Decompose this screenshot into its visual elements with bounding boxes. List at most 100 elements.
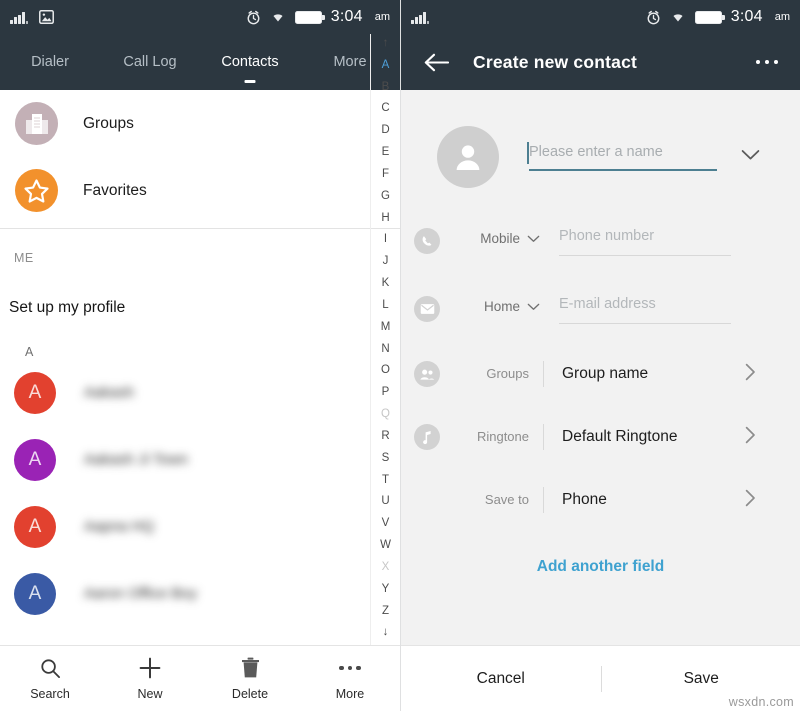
search-icon [40, 657, 61, 680]
star-icon [15, 169, 58, 212]
alpha-index-I[interactable]: I [384, 234, 387, 246]
status-bar-ampm: am [774, 11, 790, 23]
name-input-placeholder: Please enter a name [527, 141, 717, 169]
group-people-icon [414, 361, 440, 387]
avatar: A [14, 505, 56, 548]
shortcut-favorites-label: Favorites [83, 181, 147, 199]
save-button[interactable]: Save [602, 670, 800, 688]
avatar: A [14, 371, 56, 414]
signal-icon [411, 11, 429, 24]
alpha-index-R[interactable]: R [381, 430, 389, 443]
toolbar-more-button[interactable]: More [300, 657, 400, 701]
more-dots-icon[interactable] [755, 59, 778, 65]
person-icon[interactable] [437, 126, 499, 188]
title-bar: Create new contact [401, 34, 800, 90]
save-to-label: Save to [440, 487, 544, 513]
alpha-index-Q[interactable]: Q [381, 409, 390, 421]
phone-number-placeholder: Phone number [559, 228, 655, 244]
toolbar-search-button[interactable]: Search [0, 657, 100, 701]
contact-name: Aakash Ji Town [84, 451, 188, 468]
name-input[interactable]: Please enter a name [527, 141, 717, 171]
name-input-underline [529, 168, 717, 171]
shortcut-favorites[interactable]: Favorites [0, 157, 400, 224]
wifi-icon [273, 14, 283, 22]
toolbar-search-label: Search [30, 686, 70, 701]
alpha-index-S[interactable]: S [382, 452, 390, 465]
chevron-right-icon [745, 426, 756, 449]
alpha-index-Y[interactable]: Y [382, 583, 390, 596]
save-to-icon-placeholder [414, 487, 440, 513]
alpha-index-C[interactable]: C [381, 103, 389, 115]
alpha-index-A[interactable]: A [382, 59, 390, 72]
alpha-index-L[interactable]: L [382, 299, 388, 312]
alpha-index-K[interactable]: K [382, 278, 390, 290]
phone-icon [414, 228, 440, 254]
avatar: A [14, 438, 56, 481]
toolbar-delete-button[interactable]: Delete [200, 657, 300, 701]
alphabet-index-scrollbar[interactable]: ↑ A B C D E F G H I J K L M N O P Q R S T U V W X Y Z ↓ [370, 34, 400, 645]
alpha-index-D[interactable]: D [381, 125, 389, 137]
alpha-index-G[interactable]: G [381, 190, 390, 203]
alpha-index-T[interactable]: T [382, 474, 389, 487]
email-input-underline [559, 323, 731, 324]
alpha-index-P[interactable]: P [382, 387, 390, 399]
alpha-index-M[interactable]: M [381, 321, 391, 334]
back-arrow-icon[interactable] [423, 49, 449, 75]
alpha-index-F[interactable]: F [382, 168, 389, 181]
alpha-index-V[interactable]: V [382, 518, 390, 530]
contact-list-item[interactable]: A Aakash Ji Town [0, 426, 400, 493]
wifi-icon [673, 14, 683, 22]
contact-name: Aapna HQ [84, 518, 155, 535]
contact-list-item[interactable]: A Aakash [0, 359, 400, 426]
alpha-index-N[interactable]: N [381, 343, 389, 356]
ringtone-value: Default Ringtone [562, 428, 678, 445]
alpha-index-E[interactable]: E [382, 147, 390, 159]
status-bar-time: 3:04 [730, 8, 763, 25]
alpha-index-W[interactable]: W [380, 540, 391, 552]
screenshot-root: 3:04 am Dialer Call Log Contacts More Gr… [0, 0, 800, 711]
tab-contacts[interactable]: Contacts [200, 34, 300, 90]
battery-icon [694, 10, 725, 24]
groups-value: Group name [562, 365, 649, 382]
chevron-down-icon[interactable] [741, 148, 760, 166]
email-type-selector[interactable]: Home [440, 299, 540, 314]
trash-icon [241, 657, 260, 680]
save-to-picker-row[interactable]: Save to Phone [401, 450, 800, 513]
ringtone-picker-row[interactable]: Ringtone Default Ringtone [401, 387, 800, 450]
tab-dialer[interactable]: Dialer [0, 34, 100, 90]
signal-icon [10, 11, 28, 24]
music-note-icon [414, 424, 440, 450]
contact-list-item[interactable]: A Aapna HQ [0, 493, 400, 560]
contact-name: Aakash [84, 384, 135, 401]
alpha-index-H[interactable]: H [381, 212, 389, 225]
alpha-index-J[interactable]: J [383, 256, 389, 268]
phone-number-input[interactable]: Phone number [559, 228, 731, 256]
alpha-index-↑[interactable]: ↑ [383, 37, 389, 50]
alpha-index-X[interactable]: X [382, 561, 390, 574]
status-bar-time: 3:04 [330, 8, 363, 25]
alpha-index-↓[interactable]: ↓ [383, 627, 389, 639]
alpha-index-B[interactable]: B [382, 81, 390, 94]
email-address-input[interactable]: E-mail address [559, 296, 731, 324]
alpha-index-U[interactable]: U [381, 496, 389, 508]
add-another-field-button[interactable]: Add another field [401, 513, 800, 576]
setup-my-profile-row[interactable]: Set up my profile [0, 265, 400, 317]
groups-picker-row[interactable]: Groups Group name [401, 324, 800, 387]
contact-list-item[interactable]: A Aaron Office Boy [0, 560, 400, 627]
tab-bar: Dialer Call Log Contacts More [0, 34, 400, 90]
shortcut-groups[interactable]: Groups [0, 90, 400, 157]
toolbar-delete-label: Delete [231, 686, 269, 701]
cancel-button[interactable]: Cancel [401, 670, 601, 688]
phone-field-row: Mobile Phone number [401, 188, 800, 256]
status-bar-right-right-icons: 3:04 am [646, 8, 790, 26]
alpha-index-O[interactable]: O [381, 365, 390, 377]
alpha-index-Z[interactable]: Z [382, 605, 389, 618]
tab-call-log[interactable]: Call Log [100, 34, 200, 90]
phone-type-selector[interactable]: Mobile [440, 231, 540, 246]
name-field-row: Please enter a name [401, 112, 800, 188]
phone-type-label: Mobile [480, 231, 520, 246]
more-dots-icon [339, 657, 361, 680]
save-to-value: Phone [562, 491, 607, 508]
contact-form: Please enter a name Mobile Phone number … [401, 90, 800, 679]
toolbar-new-button[interactable]: New [100, 657, 200, 701]
